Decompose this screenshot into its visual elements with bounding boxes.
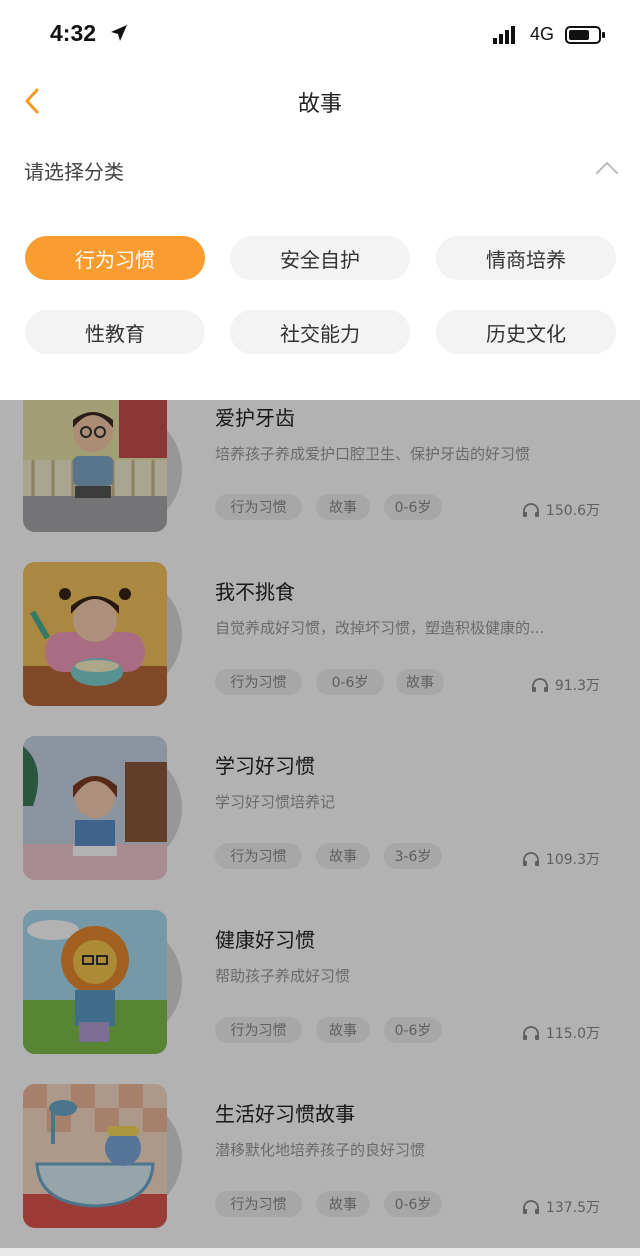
- category-chip-social-skills[interactable]: 社交能力: [230, 310, 410, 354]
- dim-overlay[interactable]: [0, 400, 640, 1256]
- category-chip-sex-education[interactable]: 性教育: [25, 310, 205, 354]
- category-chip-safety[interactable]: 安全自护: [230, 236, 410, 280]
- category-chip-history-culture[interactable]: 历史文化: [436, 310, 616, 354]
- category-chip-behavior-habits[interactable]: 行为习惯: [25, 236, 205, 280]
- page-title: 故事: [297, 92, 342, 117]
- category-header: 请选择分类: [24, 160, 124, 184]
- signal-icon: [493, 26, 515, 44]
- nav-bar: 故事: [0, 68, 640, 134]
- network-type: 4G: [530, 24, 555, 44]
- chevron-up-icon[interactable]: [594, 158, 620, 178]
- battery-icon: [565, 26, 605, 44]
- location-arrow-icon: [111, 25, 127, 41]
- status-bar: 4:32 4G: [0, 0, 640, 68]
- bottom-bar: [0, 1248, 640, 1256]
- category-chip-eq[interactable]: 情商培养: [436, 236, 616, 280]
- category-panel: 请选择分类 行为习惯 安全自护 情商培养 性教育 社交能力 历史文化: [0, 134, 640, 400]
- status-time: 4:32: [50, 20, 97, 46]
